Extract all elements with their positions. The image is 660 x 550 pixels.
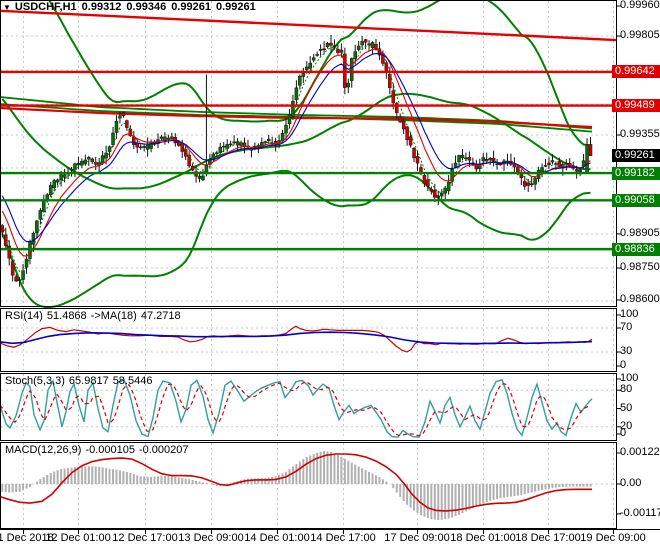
- time-axis-label: 17 Dec 09:00: [384, 532, 450, 544]
- time-axis-label: 19 Dec 09:00: [580, 532, 646, 544]
- price-badge-red: 0.99642: [612, 65, 660, 78]
- chart-window: ▼ USDCHF,H1 0.99312 0.99346 0.99261 0.99261 R…: [0, 0, 660, 550]
- symbol-dropdown-icon[interactable]: ▼: [3, 3, 11, 12]
- price-scale-label: 0.99960: [620, 0, 660, 11]
- time-axis-label: 18 Dec 17:00: [515, 532, 581, 544]
- price-scale-label: 0.98600: [620, 293, 660, 305]
- time-axis-label: 18 Dec 01:00: [450, 532, 516, 544]
- ohlc-open: 0.99312: [81, 1, 122, 13]
- rsi-scale-label: 100: [620, 308, 639, 320]
- stoch-label: Stoch(5,3,3) 65.9817 58.5446: [5, 375, 156, 387]
- time-axis-label: 14 Dec 17:00: [310, 532, 376, 544]
- price-badge-green: 0.98836: [612, 243, 660, 256]
- macd-name: MACD(12,26,9): [5, 444, 82, 456]
- time-axis-label: 13 Dec 09:00: [178, 532, 244, 544]
- macd-scale-label: 0.00: [620, 477, 642, 489]
- time-axis-label: 12 Dec 17:00: [112, 532, 178, 544]
- rsi-ma-value: 47.2718: [140, 310, 181, 322]
- time-axis-label: 14 Dec 01:00: [244, 532, 310, 544]
- price-scale-label: 0.98750: [620, 261, 660, 273]
- main-chart-region[interactable]: [0, 0, 616, 306]
- price-badge-green: 0.99182: [612, 167, 660, 180]
- macd-signal-value: -0.000207: [138, 444, 189, 456]
- symbol-label: USDCHF,H1: [14, 1, 77, 13]
- rsi-scale-label: 70: [620, 321, 633, 333]
- rsi-name: RSI(14): [5, 310, 43, 322]
- macd-scale-label: 0.00122: [620, 446, 660, 458]
- macd-main-value: -0.000105: [85, 444, 135, 456]
- stoch-scale-label: 0: [620, 427, 627, 439]
- stoch-d-value: 58.5446: [112, 375, 153, 387]
- price-scale-label: 0.98905: [620, 227, 660, 239]
- time-axis-label: 12 Dec 01:00: [45, 532, 111, 544]
- ohlc-low: 0.99261: [171, 1, 211, 13]
- price-badge-black: 0.99261: [612, 149, 660, 162]
- price-scale-label: 0.99805: [620, 29, 660, 41]
- stoch-k-value: 65.9817: [68, 375, 109, 387]
- chart-title: ▼ USDCHF,H1 0.99312 0.99346 0.99261 0.99261: [3, 1, 261, 13]
- stoch-scale-label: 50: [620, 402, 633, 414]
- rsi-ma-name: ->MA(18): [90, 310, 137, 322]
- macd-scale-label: -0.001177: [620, 507, 660, 519]
- price-badge-red: 0.99489: [612, 99, 660, 112]
- price-badge-green: 0.99058: [612, 194, 660, 207]
- stoch-scale-label: 80: [620, 383, 633, 395]
- ohlc-high: 0.99346: [126, 1, 167, 13]
- price-scale-label: 0.99355: [620, 128, 660, 140]
- rsi-scale-label: 0: [620, 359, 627, 371]
- rsi-value: 51.4868: [46, 310, 87, 322]
- macd-label: MACD(12,26,9) -0.000105 -0.000207: [5, 444, 193, 456]
- stoch-name: Stoch(5,3,3): [5, 375, 65, 387]
- rsi-label: RSI(14) 51.4868 ->MA(18) 47.2718: [5, 310, 185, 322]
- rsi-scale-label: 30: [620, 345, 633, 357]
- ohlc-close: 0.99261: [215, 1, 256, 13]
